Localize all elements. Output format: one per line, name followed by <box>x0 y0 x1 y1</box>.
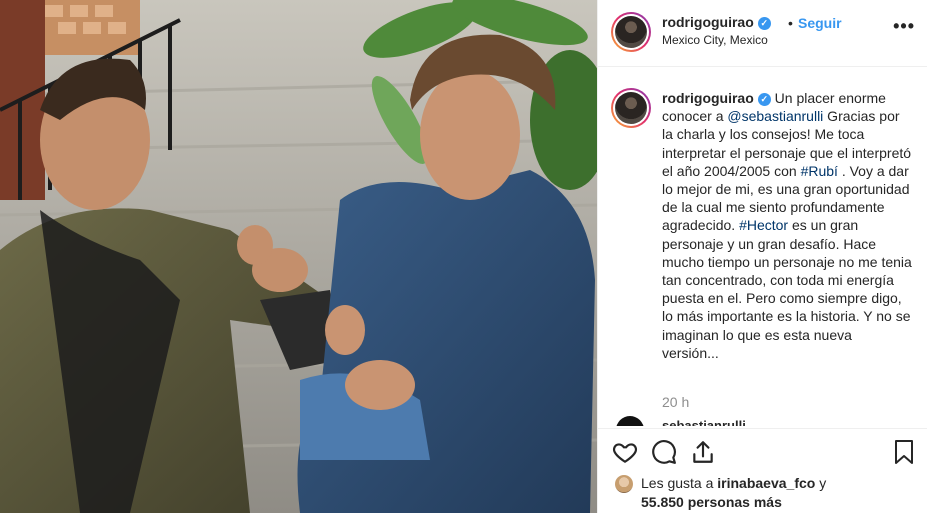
caption-avatar[interactable] <box>611 88 651 128</box>
likes-count[interactable]: 55.850 personas más <box>641 493 782 512</box>
hashtag-hector-link[interactable]: #Hector <box>739 217 788 233</box>
author-username-text[interactable]: rodrigoguirao <box>662 14 754 30</box>
heart-icon[interactable] <box>612 439 638 470</box>
more-options-button[interactable]: ••• <box>893 16 915 37</box>
author-username[interactable]: rodrigoguirao ✓ <box>662 14 771 30</box>
likes-line-1: Les gusta a irinabaeva_fco y <box>641 474 826 493</box>
caption-username-text[interactable]: rodrigoguirao <box>662 90 754 106</box>
separator-dot: • <box>788 15 793 31</box>
photo-illustration <box>0 0 597 513</box>
caption-timestamp[interactable]: 20 h <box>662 394 689 410</box>
caption: rodrigoguirao ✓ Un placer enorme conocer … <box>662 89 912 362</box>
liker-avatar[interactable] <box>615 475 633 493</box>
share-icon[interactable] <box>690 439 716 470</box>
post-header: rodrigoguirao ✓ • Seguir Mexico City, Mex… <box>598 0 927 67</box>
likes-suffix: y <box>815 475 827 491</box>
verified-badge-icon: ✓ <box>757 93 771 106</box>
location-link[interactable]: Mexico City, Mexico <box>662 33 768 47</box>
post-side-panel: rodrigoguirao ✓ • Seguir Mexico City, Mex… <box>597 0 927 514</box>
comment-username[interactable]: sebastianrulli <box>662 418 746 426</box>
next-comment-partial: sebastianrulli <box>616 416 916 426</box>
caption-text-4: es un gran personaje y un gran desafío. … <box>662 217 912 361</box>
likes-prefix: Les gusta a <box>641 475 718 491</box>
bookmark-icon[interactable] <box>892 439 916 470</box>
caption-username[interactable]: rodrigoguirao ✓ <box>662 90 771 106</box>
instagram-post: rodrigoguirao ✓ • Seguir Mexico City, Mex… <box>0 0 927 514</box>
follow-button[interactable]: Seguir <box>798 15 842 31</box>
author-avatar[interactable] <box>611 12 651 52</box>
verified-badge-icon: ✓ <box>757 17 771 30</box>
comment-icon[interactable] <box>651 439 677 470</box>
comment-avatar[interactable] <box>616 416 644 426</box>
mention-link[interactable]: @sebastianrulli <box>727 108 823 124</box>
hashtag-rubi-link[interactable]: #Rubí <box>801 163 838 179</box>
liker-username[interactable]: irinabaeva_fco <box>717 475 815 491</box>
action-bar: Les gusta a irinabaeva_fco y 55.850 pers… <box>598 428 927 514</box>
post-photo[interactable] <box>0 0 597 513</box>
